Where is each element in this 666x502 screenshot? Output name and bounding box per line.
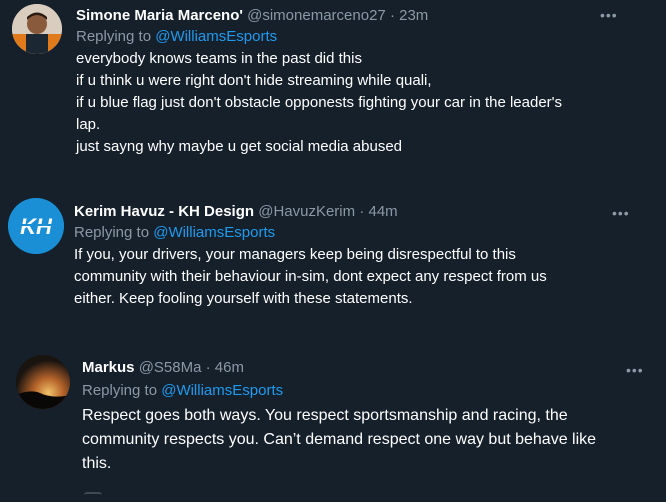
replying-handle-link[interactable]: @WilliamsEsports <box>153 224 275 241</box>
tweet-text-line: if u think u were right don't hide strea… <box>76 72 432 89</box>
tweet-text: everybody knows teams in the past did th… <box>76 48 616 158</box>
timestamp[interactable]: · 46m <box>206 359 244 376</box>
replying-label: Replying to <box>76 28 152 45</box>
replying-label: Replying to <box>74 224 150 241</box>
avatar[interactable] <box>12 4 62 54</box>
next-tweet-edge <box>84 492 102 502</box>
tweet-text: If you, your drivers, your managers keep… <box>74 244 619 310</box>
tweet-text-line: community respects you. Can’t demand res… <box>82 431 597 448</box>
display-name[interactable]: Simone Maria Marceno' <box>76 7 243 24</box>
replying-handle-link[interactable]: @WilliamsEsports <box>155 28 277 45</box>
replying-to: Replying to @WilliamsEsports <box>76 26 616 48</box>
replying-handle-link[interactable]: @WilliamsEsports <box>161 382 283 399</box>
avatar[interactable]: KH <box>8 198 64 254</box>
more-options-button[interactable]: ••• <box>612 206 630 220</box>
timestamp[interactable]: · 23m <box>390 7 428 24</box>
avatar[interactable] <box>16 355 70 409</box>
tweet-text-line: lap. <box>76 116 101 133</box>
replying-to: Replying to @WilliamsEsports <box>74 222 619 244</box>
avatar-photo <box>16 355 70 409</box>
more-horizontal-icon: ••• <box>600 7 618 23</box>
tweet-header: Kerim Havuz - KH Design @HavuzKerim · 44… <box>74 202 619 222</box>
tweet-text-line: If you, your drivers, your managers keep… <box>74 246 516 263</box>
more-horizontal-icon: ••• <box>612 205 630 221</box>
tweet[interactable]: KH Kerim Havuz - KH Design @HavuzKerim ·… <box>0 190 666 330</box>
svg-text:KH: KH <box>20 214 53 239</box>
replying-label: Replying to <box>82 382 158 399</box>
tweet-header: Markus @S58Ma · 46m <box>82 358 627 378</box>
display-name[interactable]: Markus <box>82 359 135 376</box>
tweet-text-line: if u blue flag just don't obstacle oppon… <box>76 94 563 111</box>
user-handle[interactable]: @HavuzKerim <box>258 203 355 220</box>
more-options-button[interactable]: ••• <box>626 363 644 377</box>
tweet-text-line: just sayng why maybe u get social media … <box>76 138 403 155</box>
timestamp[interactable]: · 44m <box>359 203 397 220</box>
tweet-text: Respect goes both ways. You respect spor… <box>82 404 627 476</box>
tweet-header: Simone Maria Marceno' @simonemarceno27 ·… <box>76 6 616 26</box>
tweet-text-line: community with their behaviour in-sim, d… <box>74 268 547 285</box>
tweet[interactable]: Markus @S58Ma · 46m Replying to @William… <box>0 345 666 490</box>
avatar-photo <box>12 4 62 54</box>
tweet-text-line: Respect goes both ways. You respect spor… <box>82 407 568 424</box>
tweet-text-line: this. <box>82 455 112 472</box>
tweet-text-line: either. Keep fooling yourself with these… <box>74 290 413 307</box>
user-handle[interactable]: @S58Ma <box>139 359 202 376</box>
tweet-text-line: everybody knows teams in the past did th… <box>76 50 362 67</box>
display-name[interactable]: Kerim Havuz - KH Design <box>74 203 254 220</box>
kh-logo-icon: KH <box>8 198 64 254</box>
tweet[interactable]: Simone Maria Marceno' @simonemarceno27 ·… <box>0 0 666 170</box>
replying-to: Replying to @WilliamsEsports <box>82 380 627 402</box>
more-options-button[interactable]: ••• <box>600 8 618 22</box>
more-horizontal-icon: ••• <box>626 362 644 378</box>
user-handle[interactable]: @simonemarceno27 <box>247 7 386 24</box>
